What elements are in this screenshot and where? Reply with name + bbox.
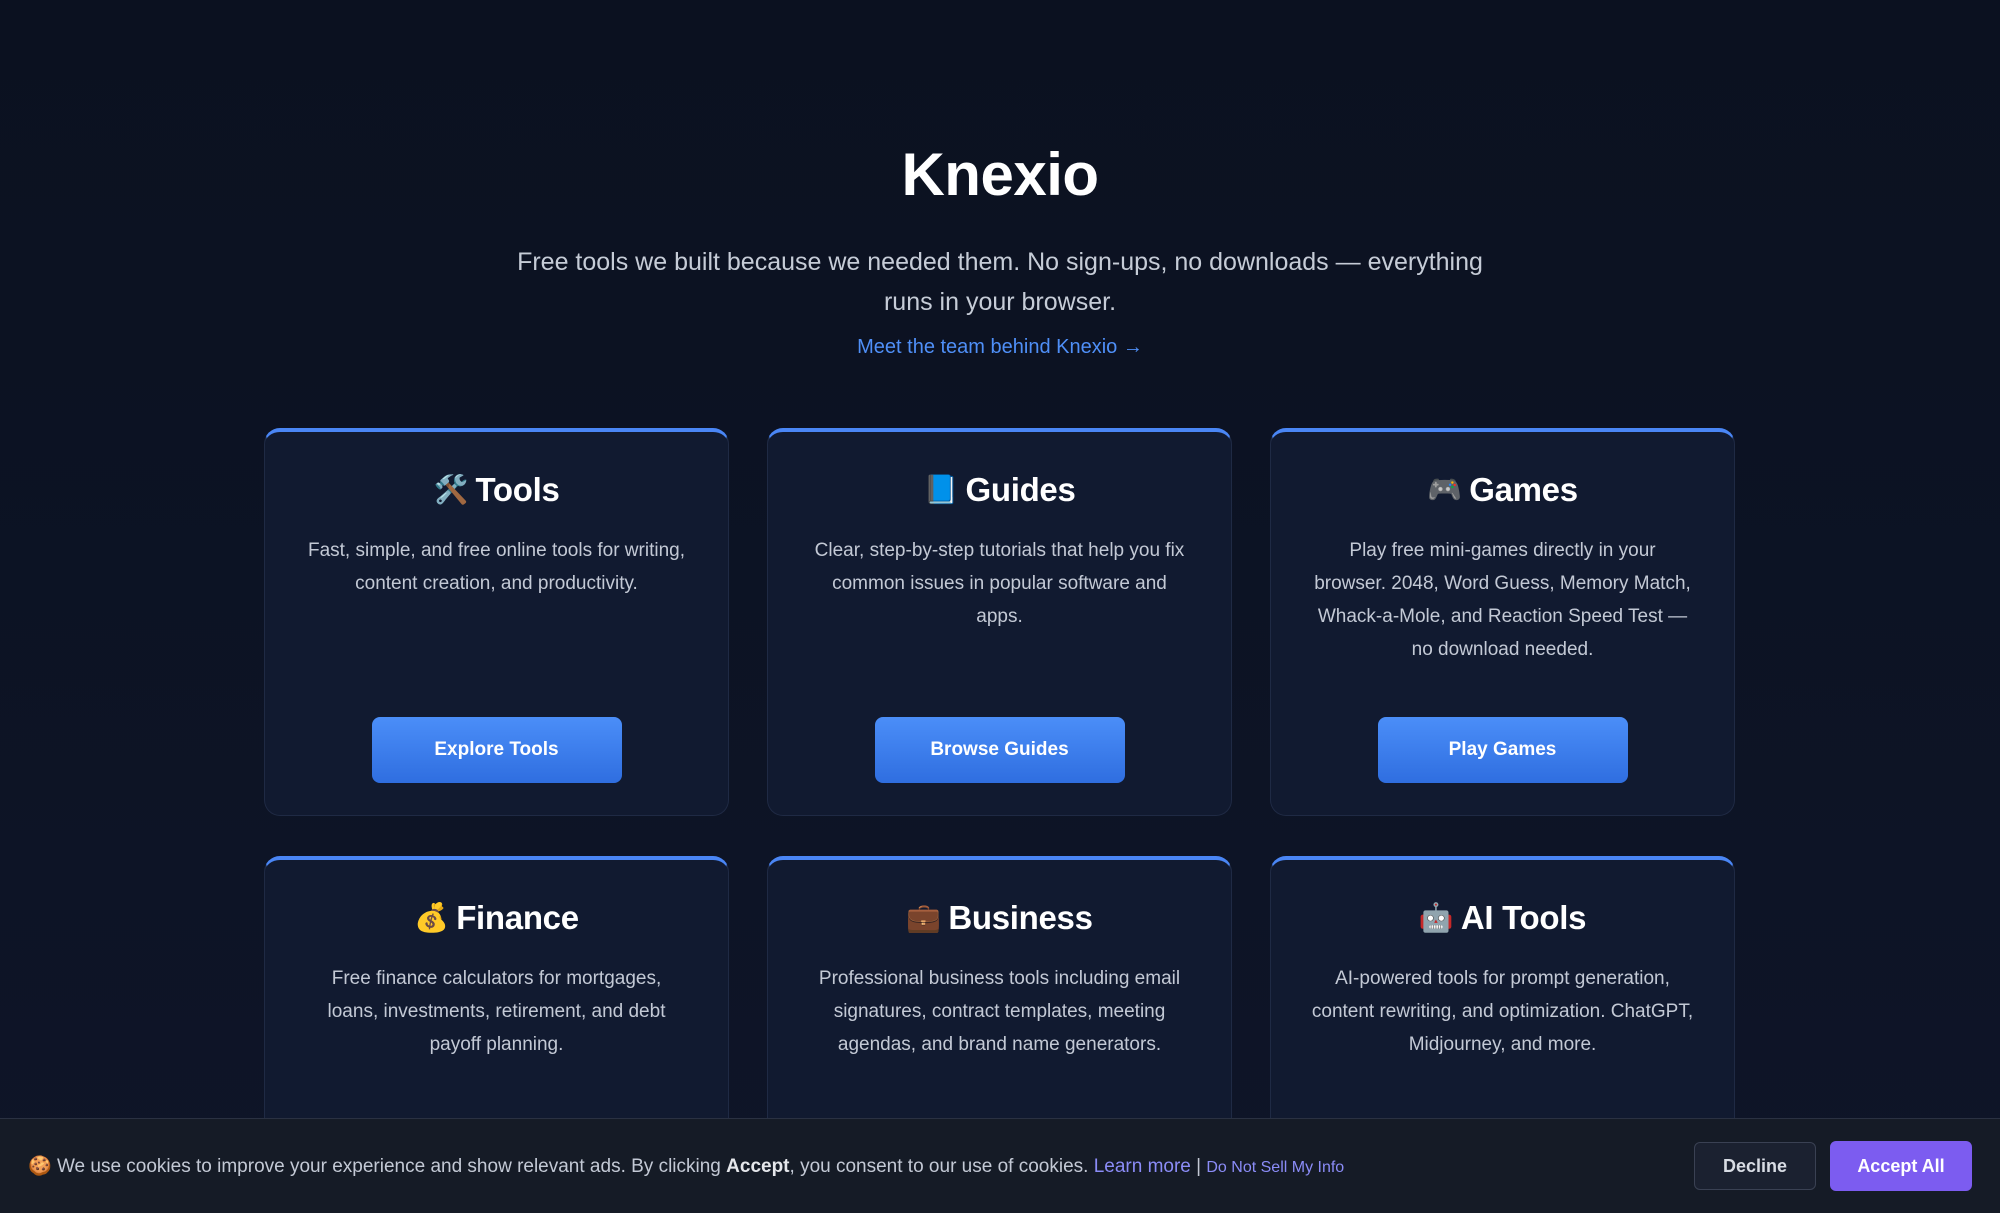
card-title: 💼 Business: [808, 896, 1191, 940]
card-description: Clear, step-by-step tutorials that help …: [814, 540, 1185, 627]
page: Knexio Free tools we built because we ne…: [0, 0, 2000, 1213]
robot-icon: 🤖: [1418, 902, 1454, 933]
cookie-consent-bar: 🍪 We use cookies to improve your experie…: [0, 1118, 2000, 1213]
card-title-text: Finance: [456, 899, 579, 936]
separator: |: [1190, 1156, 1207, 1177]
card-title-text: AI Tools: [1460, 899, 1587, 936]
game-controller-icon: 🎮: [1427, 474, 1462, 505]
card-title: 💰 Finance: [305, 896, 688, 940]
site-title: Knexio: [901, 141, 1099, 208]
card-description: Free finance calculators for mortgages, …: [327, 968, 666, 1055]
card-description: AI-powered tools for prompt generation, …: [1311, 968, 1694, 1055]
cookie-text-after: , you consent to our use of cookies.: [789, 1156, 1094, 1177]
cookie-text-bold: Accept: [726, 1156, 790, 1177]
card-title-text: Guides: [965, 471, 1076, 508]
do-not-sell-link[interactable]: Do Not Sell My Info: [1206, 1159, 1344, 1176]
cookie-icon: 🍪: [28, 1156, 52, 1177]
card-title-text: Tools: [475, 471, 560, 508]
explore-tools-button[interactable]: Explore Tools: [371, 717, 622, 783]
learn-more-link[interactable]: Learn more: [1094, 1156, 1191, 1177]
card-tools: 🛠️ Tools Fast, simple, and free online t…: [264, 428, 729, 816]
card-games: 🎮 Games Play free mini-games directly in…: [1270, 428, 1735, 816]
cookie-text-before: We use cookies to improve your experienc…: [56, 1156, 727, 1177]
browse-guides-button[interactable]: Browse Guides: [874, 717, 1125, 783]
card-title: 🎮 Games: [1311, 468, 1694, 512]
accept-all-button[interactable]: Accept All: [1830, 1141, 1972, 1191]
card-title: 🤖 AI Tools: [1311, 896, 1694, 940]
play-games-button[interactable]: Play Games: [1377, 717, 1628, 783]
decline-button[interactable]: Decline: [1694, 1142, 1816, 1190]
hammer-wrench-icon: 🛠️: [433, 474, 469, 505]
card-title-text: Games: [1469, 471, 1578, 508]
card-title: 🛠️ Tools: [305, 468, 688, 512]
money-bag-icon: 💰: [414, 902, 449, 933]
briefcase-icon: 💼: [906, 902, 941, 933]
card-guides: 📘 Guides Clear, step-by-step tutorials t…: [767, 428, 1232, 816]
tagline: Free tools we built because we needed th…: [517, 248, 1483, 316]
card-title-text: Business: [948, 899, 1093, 936]
card-description: Professional business tools including em…: [818, 968, 1181, 1055]
card-title: 📘 Guides: [808, 468, 1191, 512]
cookie-message: 🍪 We use cookies to improve your experie…: [28, 1154, 1694, 1178]
category-grid: 🛠️ Tools Fast, simple, and free online t…: [264, 428, 1736, 1213]
blue-book-icon: 📘: [923, 474, 959, 505]
meet-team-link[interactable]: Meet the team behind Knexio →: [857, 336, 1143, 359]
card-description: Fast, simple, and free online tools for …: [307, 540, 685, 594]
card-description: Play free mini-games directly in your br…: [1314, 540, 1691, 660]
hero: Knexio Free tools we built because we ne…: [0, 140, 2000, 359]
